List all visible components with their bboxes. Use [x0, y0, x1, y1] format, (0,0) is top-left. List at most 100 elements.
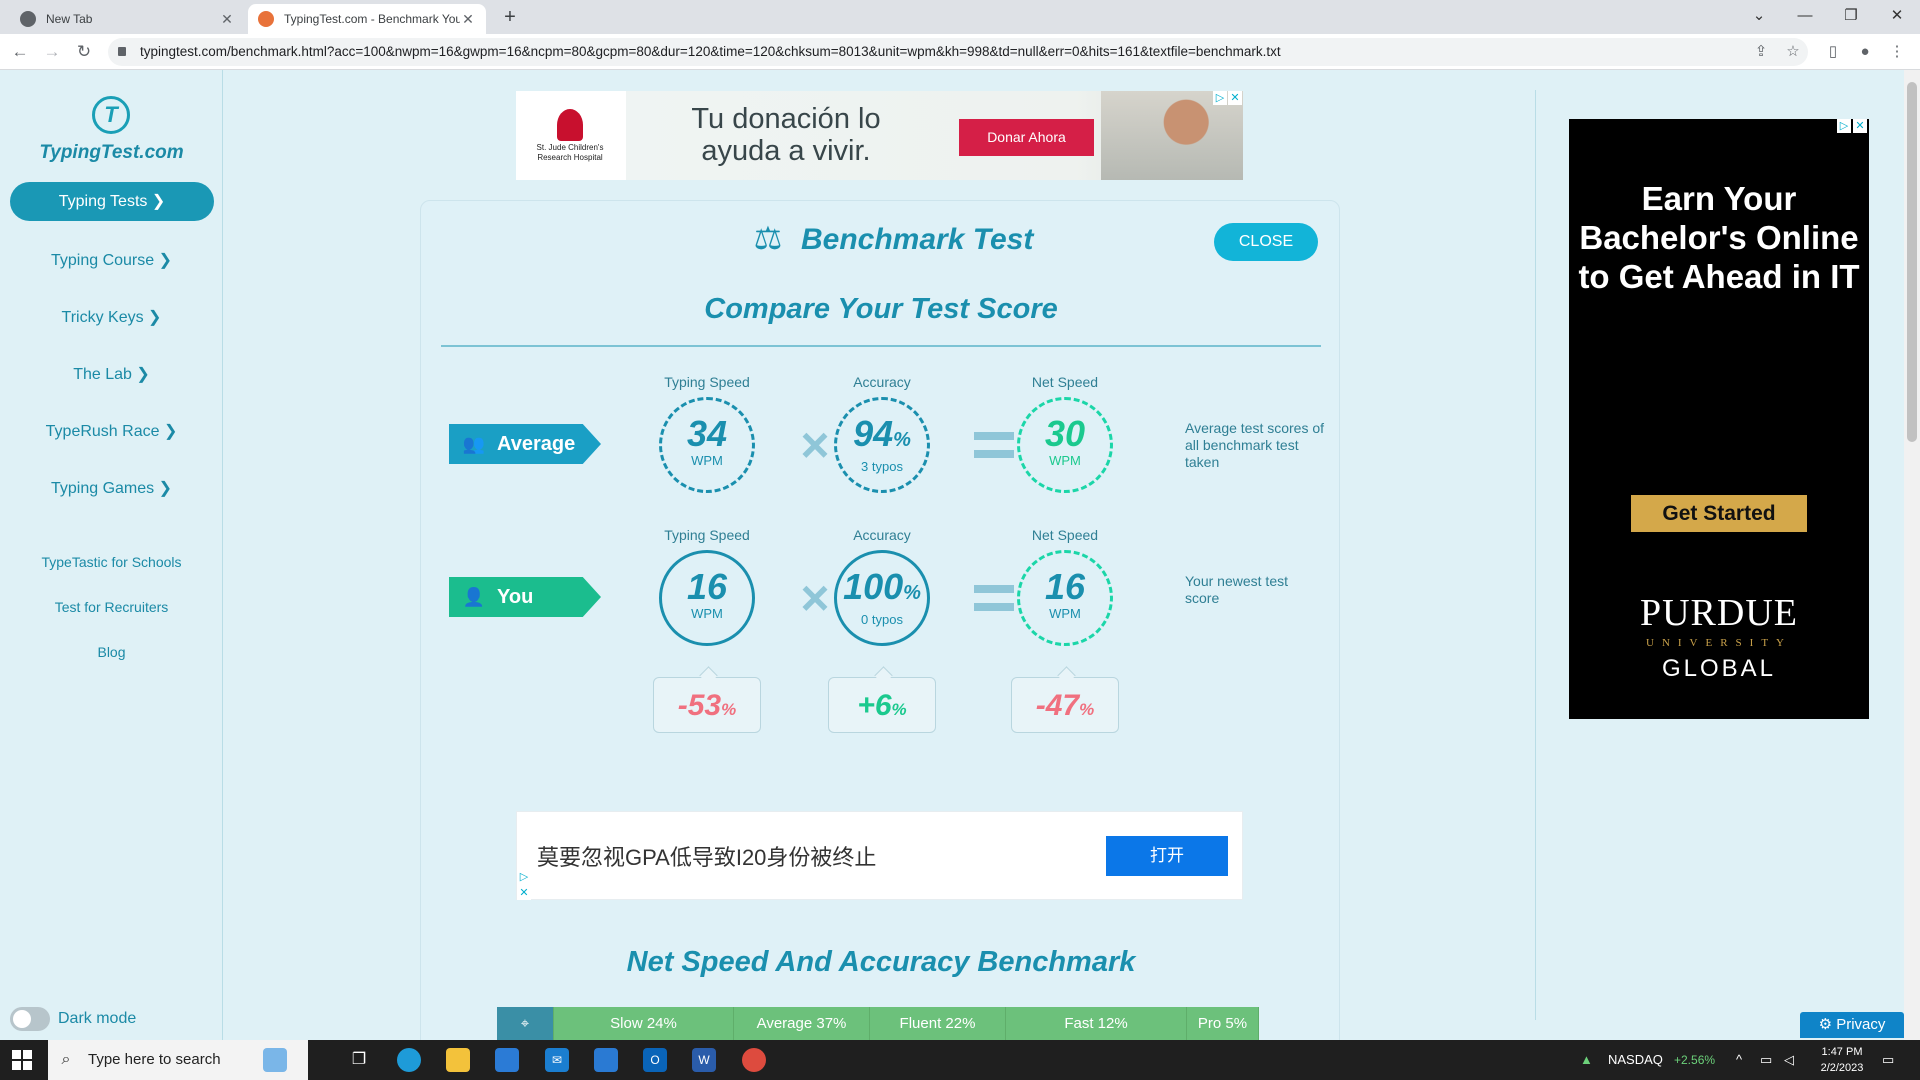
volume-icon[interactable]: ◁	[1784, 1040, 1794, 1080]
scrollbar[interactable]	[1904, 70, 1920, 1040]
clock[interactable]: 1:47 PM 2/2/2023	[1812, 1044, 1872, 1080]
scrollbar-thumb[interactable]	[1907, 82, 1917, 442]
stock-chart-icon: ▲	[1580, 1052, 1593, 1067]
vscode-icon[interactable]	[594, 1048, 618, 1072]
tab-new-tab[interactable]: New Tab ✕	[10, 4, 245, 34]
purdue-logo: PURDUE	[1639, 592, 1799, 634]
compare-title: Compare Your Test Score	[704, 293, 1058, 325]
divider	[441, 345, 1321, 347]
restore-button[interactable]: ❐	[1828, 0, 1874, 30]
back-button[interactable]: ←	[8, 40, 32, 64]
ad-close-icon[interactable]: ✕	[517, 886, 531, 900]
adchoices-icon[interactable]: ▷	[1837, 119, 1851, 133]
benchmark-card: ⚖ Benchmark Test CLOSE Compare Your Test…	[420, 200, 1340, 1060]
close-icon[interactable]: ✕	[460, 11, 476, 28]
outlook-icon[interactable]: O	[643, 1048, 667, 1072]
ad-get-started-button[interactable]: Get Started	[1631, 495, 1807, 532]
file-explorer-icon[interactable]	[446, 1048, 470, 1072]
stock-change: +2.56%	[1674, 1053, 1716, 1067]
average-tag: 👥 Average	[449, 424, 601, 464]
ad-open-button[interactable]: 打开	[1106, 836, 1228, 876]
reload-button[interactable]: ↻	[72, 40, 96, 64]
site-logo-text[interactable]: TypingTest.com	[0, 142, 223, 164]
bar-segment-fluent: Fluent 22%	[870, 1007, 1006, 1040]
stock-name[interactable]: NASDAQ	[1608, 1040, 1663, 1080]
sidebar-item-typing-course[interactable]: Typing Course ❯	[0, 250, 223, 270]
share-icon[interactable]: ⇪	[1752, 43, 1770, 61]
lock-icon[interactable]	[118, 47, 126, 56]
sidebar-item-typerush-race[interactable]: TypeRush Race ❯	[0, 421, 223, 441]
task-view-icon[interactable]: ❐	[347, 1048, 371, 1072]
sidebar-link-recruiters[interactable]: Test for Recruiters	[0, 599, 223, 615]
notification-icon[interactable]: ▭	[1882, 1040, 1894, 1080]
average-note: Average test scores of all benchmark tes…	[1185, 420, 1325, 470]
tab-title: New Tab	[46, 12, 93, 26]
dark-mode-label: Dark mode	[58, 1010, 137, 1027]
your-net-speed: 16 WPM	[1017, 550, 1113, 646]
purdue-global-text: GLOBAL	[1661, 655, 1777, 682]
average-net-speed: 30 WPM	[1017, 397, 1113, 493]
scale-icon: ⚖	[753, 220, 783, 256]
new-tab-button[interactable]: +	[498, 6, 522, 29]
sidebar-item-typing-tests[interactable]: Typing Tests ❯	[10, 182, 214, 221]
sidebar-item-the-lab[interactable]: The Lab ❯	[0, 364, 223, 384]
close-button[interactable]: CLOSE	[1214, 223, 1318, 261]
address-toolbar: ← → ↻ typingtest.com/benchmark.html?acc=…	[0, 34, 1920, 70]
store-icon[interactable]	[495, 1048, 519, 1072]
page-title: Benchmark Test	[801, 223, 1034, 256]
crosshair-icon[interactable]: ⌖	[497, 1007, 554, 1040]
adchoices-icon[interactable]: ▷	[1213, 91, 1227, 105]
ad-donate-button[interactable]: Donar Ahora	[959, 119, 1094, 156]
dark-mode-toggle[interactable]	[10, 1007, 50, 1031]
widget-icon[interactable]	[263, 1048, 287, 1072]
purdue-university-text: UNIVERSITY	[1646, 637, 1792, 649]
window-close-button[interactable]: ✕	[1874, 0, 1920, 30]
tab-title: TypingTest.com - Benchmark You	[284, 12, 460, 26]
tab-search-icon[interactable]: ⌄	[1736, 0, 1782, 30]
ad-close-icon[interactable]: ✕	[1853, 119, 1867, 133]
accuracy-diff: +6%	[828, 677, 936, 733]
word-icon[interactable]: W	[692, 1048, 716, 1072]
multiply-icon: ×	[800, 570, 830, 626]
browser-tab-bar: New Tab ✕ TypingTest.com - Benchmark You…	[0, 0, 1920, 34]
typingtest-logo-icon[interactable]: T	[92, 96, 130, 134]
accuracy-label: Accuracy	[853, 527, 911, 543]
ad-banner-side[interactable]: ▷ ✕ Earn Your Bachelor's Online to Get A…	[1569, 119, 1869, 719]
windows-start-icon[interactable]	[12, 1050, 32, 1070]
ad-banner-middle[interactable]: 莫要忽视GPA低导致I20身份被终止 打开 ▷ ✕	[516, 811, 1243, 900]
minimize-button[interactable]: —	[1782, 0, 1828, 30]
bar-segment-fast: Fast 12%	[1006, 1007, 1187, 1040]
chrome-taskbar-icon[interactable]	[742, 1048, 766, 1072]
multiply-icon: ×	[800, 417, 830, 473]
ad-banner-top[interactable]: St. Jude Children's Research Hospital Tu…	[516, 91, 1243, 180]
close-icon[interactable]: ✕	[219, 11, 235, 28]
forward-button[interactable]: →	[40, 40, 64, 64]
ad-headline: Earn Your Bachelor's Online to Get Ahead…	[1578, 180, 1860, 295]
side-panel-icon[interactable]: ▯	[1824, 43, 1842, 61]
sidebar-item-typing-games[interactable]: Typing Games ❯	[0, 478, 223, 498]
tab-typingtest[interactable]: TypingTest.com - Benchmark You ✕	[248, 4, 486, 34]
ad-text: Tu donación lo ayuda a vivir.	[691, 103, 881, 167]
net-speed-label: Net Speed	[1031, 374, 1099, 390]
your-accuracy: 100% 0 typos	[834, 550, 930, 646]
privacy-button[interactable]: ⚙ Privacy	[1800, 1012, 1904, 1038]
search-icon: ⌕	[61, 1051, 71, 1068]
adchoices-icon[interactable]: ▷	[517, 870, 531, 884]
mail-icon[interactable]: ✉	[545, 1048, 569, 1072]
profile-icon[interactable]: ●	[1856, 43, 1874, 61]
menu-icon[interactable]: ⋮	[1888, 43, 1906, 61]
tray-chevron-icon[interactable]: ^	[1736, 1040, 1742, 1080]
bookmark-star-icon[interactable]: ☆	[1784, 43, 1802, 61]
your-typing-speed: 16 WPM	[659, 550, 755, 646]
sidebar-link-typetastic[interactable]: TypeTastic for Schools	[0, 554, 223, 570]
network-icon[interactable]: ▭	[1760, 1040, 1772, 1080]
sidebar-item-tricky-keys[interactable]: Tricky Keys ❯	[0, 307, 223, 327]
url-bar[interactable]: typingtest.com/benchmark.html?acc=100&nw…	[108, 38, 1808, 66]
net-speed-diff: -47%	[1011, 677, 1119, 733]
typing-speed-diff: -53%	[653, 677, 761, 733]
sidebar-link-blog[interactable]: Blog	[0, 644, 223, 660]
edge-icon[interactable]	[397, 1048, 421, 1072]
users-icon: 👥	[462, 434, 486, 454]
equals-icon	[974, 585, 1014, 611]
ad-close-icon[interactable]: ✕	[1228, 91, 1242, 105]
